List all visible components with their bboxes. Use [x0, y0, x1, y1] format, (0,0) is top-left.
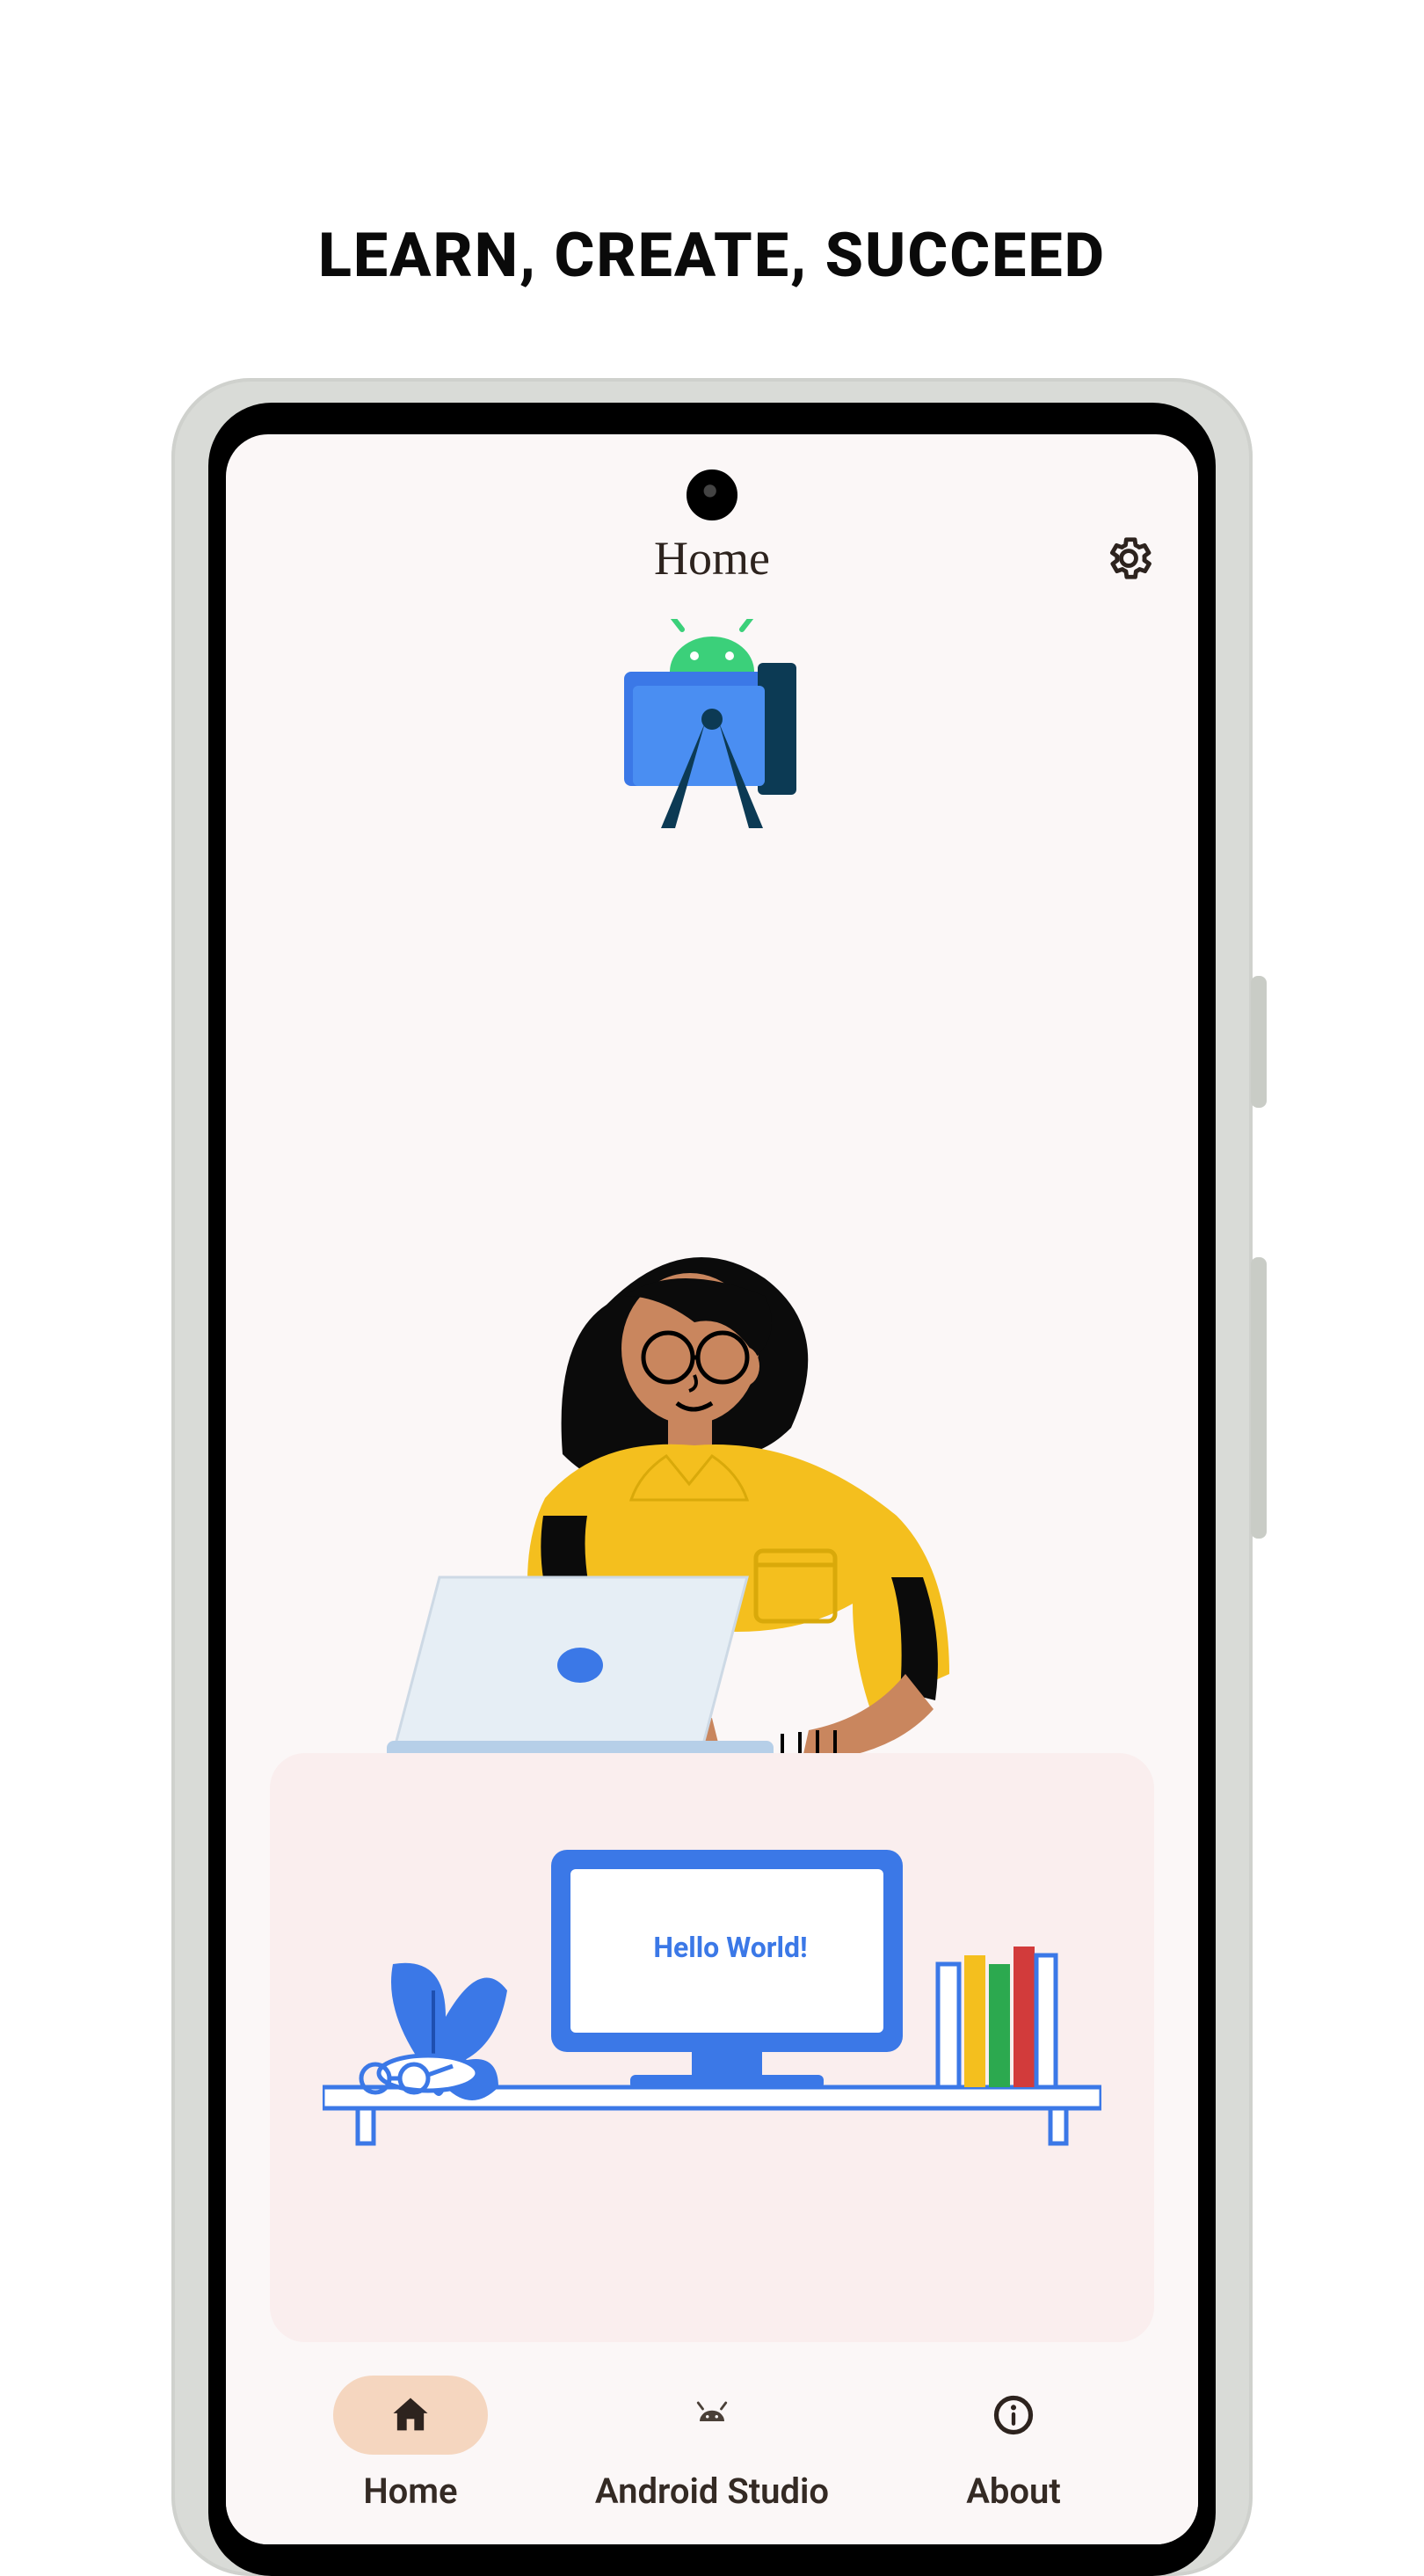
home-icon [388, 2392, 433, 2438]
info-icon [991, 2392, 1036, 2438]
tab-home[interactable]: Home [296, 2376, 525, 2512]
tab-home-pill [333, 2376, 488, 2455]
tab-about[interactable]: About [899, 2376, 1128, 2512]
side-button-bottom [1251, 1257, 1267, 1539]
phone-bezel: Home [208, 403, 1216, 2576]
android-studio-logo [615, 619, 809, 848]
bottom-nav: Home Android Studio [226, 2342, 1198, 2544]
android-icon [689, 2397, 735, 2434]
monitor-text: Hello World! [583, 1931, 878, 1964]
phone-frame: Home [171, 378, 1253, 2576]
tab-android-studio-pill [635, 2376, 789, 2455]
tab-home-label: Home [363, 2470, 457, 2512]
front-camera [687, 469, 737, 520]
phone-screen: Home [226, 434, 1198, 2544]
settings-button[interactable] [1103, 533, 1154, 584]
page-headline: LEARN, CREATE, SUCCEED [0, 220, 1424, 292]
tab-about-label: About [966, 2470, 1061, 2512]
top-bar: Home [226, 531, 1198, 586]
tab-android-studio[interactable]: Android Studio [595, 2376, 829, 2512]
gear-icon [1103, 533, 1154, 584]
tab-android-studio-label: Android Studio [595, 2470, 829, 2512]
person-illustration [378, 1199, 1046, 1762]
desk-card: Hello World! [270, 1753, 1154, 2342]
tab-about-pill [936, 2376, 1091, 2455]
side-button-top [1251, 976, 1267, 1108]
page-title: Home [654, 531, 770, 586]
desk-illustration: Hello World! [323, 1823, 1101, 2158]
